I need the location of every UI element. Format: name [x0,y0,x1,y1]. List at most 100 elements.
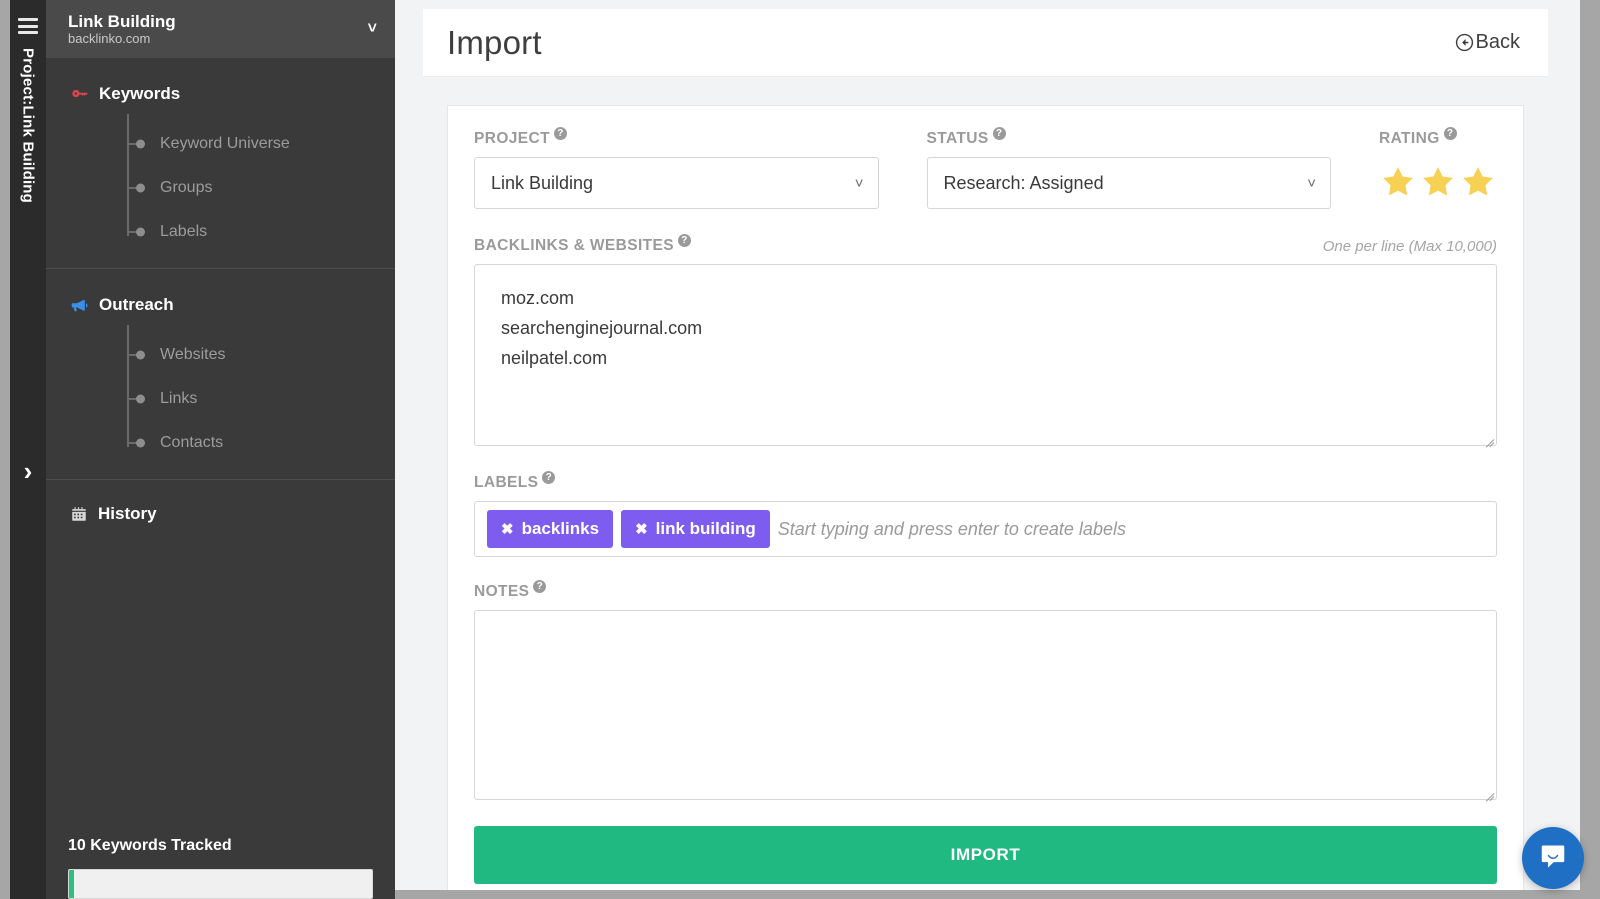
sidebar-item-keywords[interactable]: Keywords [46,74,395,114]
backlinks-label-text: BACKLINKS & WEBSITES [474,237,674,255]
rating-field: RATING ? [1379,130,1497,201]
labels-input-container[interactable]: ✖ backlinks ✖ link building [474,501,1497,557]
project-name: Link Building [68,12,368,31]
labels-label: LABELS ? [474,474,555,492]
label-tag[interactable]: ✖ link building [621,510,770,548]
question-mark-icon[interactable]: ? [542,471,555,484]
sidebar-item-outreach[interactable]: Outreach [46,285,395,325]
backlinks-label-row: BACKLINKS & WEBSITES ? One per line (Max… [474,237,1497,255]
nav-children-keywords: Keyword Universe Groups Labels [46,114,395,268]
star-icon[interactable] [1379,163,1417,201]
sidebar-item-labels[interactable]: Labels [46,210,395,254]
rating-stars[interactable] [1379,163,1497,201]
backlinks-textarea[interactable]: moz.com searchenginejournal.com neilpate… [474,264,1497,446]
chevron-down-icon: ˅ [1307,175,1316,192]
keywords-tracked-count: 10 Keywords Tracked [68,837,373,869]
question-mark-icon[interactable]: ? [678,234,691,247]
hamburger-icon[interactable] [18,18,38,34]
nav-section-outreach: Outreach Websites Links Contacts [46,269,395,479]
project-switcher[interactable]: Link Building backlinko.com ˅ [46,0,395,58]
label-tag[interactable]: ✖ backlinks [487,510,613,548]
notes-label: NOTES ? [474,583,546,601]
arrow-circle-left-icon [1455,33,1474,52]
sidebar-item-history[interactable]: History [46,494,395,534]
resize-handle-icon[interactable] [1482,785,1494,797]
sidebar-child-label: Keyword Universe [160,135,290,153]
star-icon[interactable] [1419,163,1457,201]
sidebar-child-label: Links [160,390,197,408]
main-content: Import Back [395,0,1590,890]
sidebar-item-websites[interactable]: Websites [46,333,395,377]
rail-project-label: Project:Link Building [20,48,37,203]
keywords-progress-bar [68,869,373,899]
project-select-value: Link Building [491,173,855,194]
question-mark-icon[interactable]: ? [993,127,1006,140]
nav-section-history: History [46,480,395,534]
project-select[interactable]: Link Building ˅ [474,157,879,209]
status-select-value: Research: Assigned [944,173,1308,194]
sidebar-nav: Keywords Keyword Universe Groups Labels [46,58,395,837]
status-label: STATUS ? [927,130,1332,148]
sidebar-item-links[interactable]: Links [46,377,395,421]
label-tag-text: backlinks [522,519,600,539]
form-row-top: PROJECT ? Link Building ˅ STATUS ? [474,130,1497,209]
status-label-text: STATUS [927,130,989,148]
megaphone-icon [70,296,89,315]
left-rail: Project:Link Building › [10,0,46,899]
labels-input[interactable] [778,519,1484,540]
status-field: STATUS ? Research: Assigned ˅ [927,130,1332,209]
sidebar-item-keyword-universe[interactable]: Keyword Universe [46,122,395,166]
app-window: Project:Link Building › Link Building ba… [0,0,1600,899]
page-title: Import [447,24,1455,62]
backlinks-hint: One per line (Max 10,000) [1323,238,1497,255]
chevron-down-icon[interactable]: ˅ [368,20,377,38]
resize-handle-icon[interactable] [1482,431,1494,443]
status-select[interactable]: Research: Assigned ˅ [927,157,1332,209]
sidebar-item-contacts[interactable]: Contacts [46,421,395,465]
star-icon[interactable] [1459,163,1497,201]
sidebar-child-label: Labels [160,223,207,241]
project-switcher-text: Link Building backlinko.com [68,12,368,47]
backlinks-label: BACKLINKS & WEBSITES ? [474,237,691,255]
sidebar-footer: 10 Keywords Tracked [46,837,395,899]
nav-children-outreach: Websites Links Contacts [46,325,395,479]
close-x-icon[interactable]: ✖ [501,520,514,538]
import-form-card: PROJECT ? Link Building ˅ STATUS ? [447,105,1524,890]
key-icon [70,85,89,104]
back-label: Back [1476,31,1520,54]
project-domain: backlinko.com [68,31,368,47]
sidebar-child-label: Websites [160,346,226,364]
close-x-icon[interactable]: ✖ [635,520,648,538]
backlinks-line: moz.com [501,283,1480,313]
back-button[interactable]: Back [1455,31,1520,54]
labels-label-row: LABELS ? [474,474,1497,492]
project-label-text: PROJECT [474,130,550,148]
chat-launcher-button[interactable] [1522,827,1584,889]
sidebar-item-label: Keywords [99,84,180,104]
sidebar: Link Building backlinko.com ˅ Keywords [46,0,395,899]
chevron-down-icon: ˅ [855,175,864,192]
page-header: Import Back [423,9,1548,77]
sidebar-child-label: Groups [160,179,212,197]
nav-section-keywords: Keywords Keyword Universe Groups Labels [46,58,395,268]
labels-label-text: LABELS [474,474,538,492]
calendar-icon [70,505,88,523]
backlinks-line: neilpatel.com [501,343,1480,373]
notes-label-text: NOTES [474,583,529,601]
notes-textarea[interactable] [474,610,1497,800]
question-mark-icon[interactable]: ? [533,580,546,593]
sidebar-item-groups[interactable]: Groups [46,166,395,210]
project-field: PROJECT ? Link Building ˅ [474,130,879,209]
chat-bubble-icon [1538,841,1568,876]
rating-label: RATING ? [1379,130,1497,148]
keywords-progress-fill [69,870,74,898]
sidebar-child-label: Contacts [160,434,223,452]
question-mark-icon[interactable]: ? [1444,127,1457,140]
sidebar-item-label: History [98,504,157,524]
import-button[interactable]: IMPORT [474,826,1497,884]
backlinks-line: searchenginejournal.com [501,313,1480,343]
notes-label-row: NOTES ? [474,583,1497,601]
rating-label-text: RATING [1379,130,1440,148]
chevron-right-icon[interactable]: › [10,458,46,484]
question-mark-icon[interactable]: ? [554,127,567,140]
